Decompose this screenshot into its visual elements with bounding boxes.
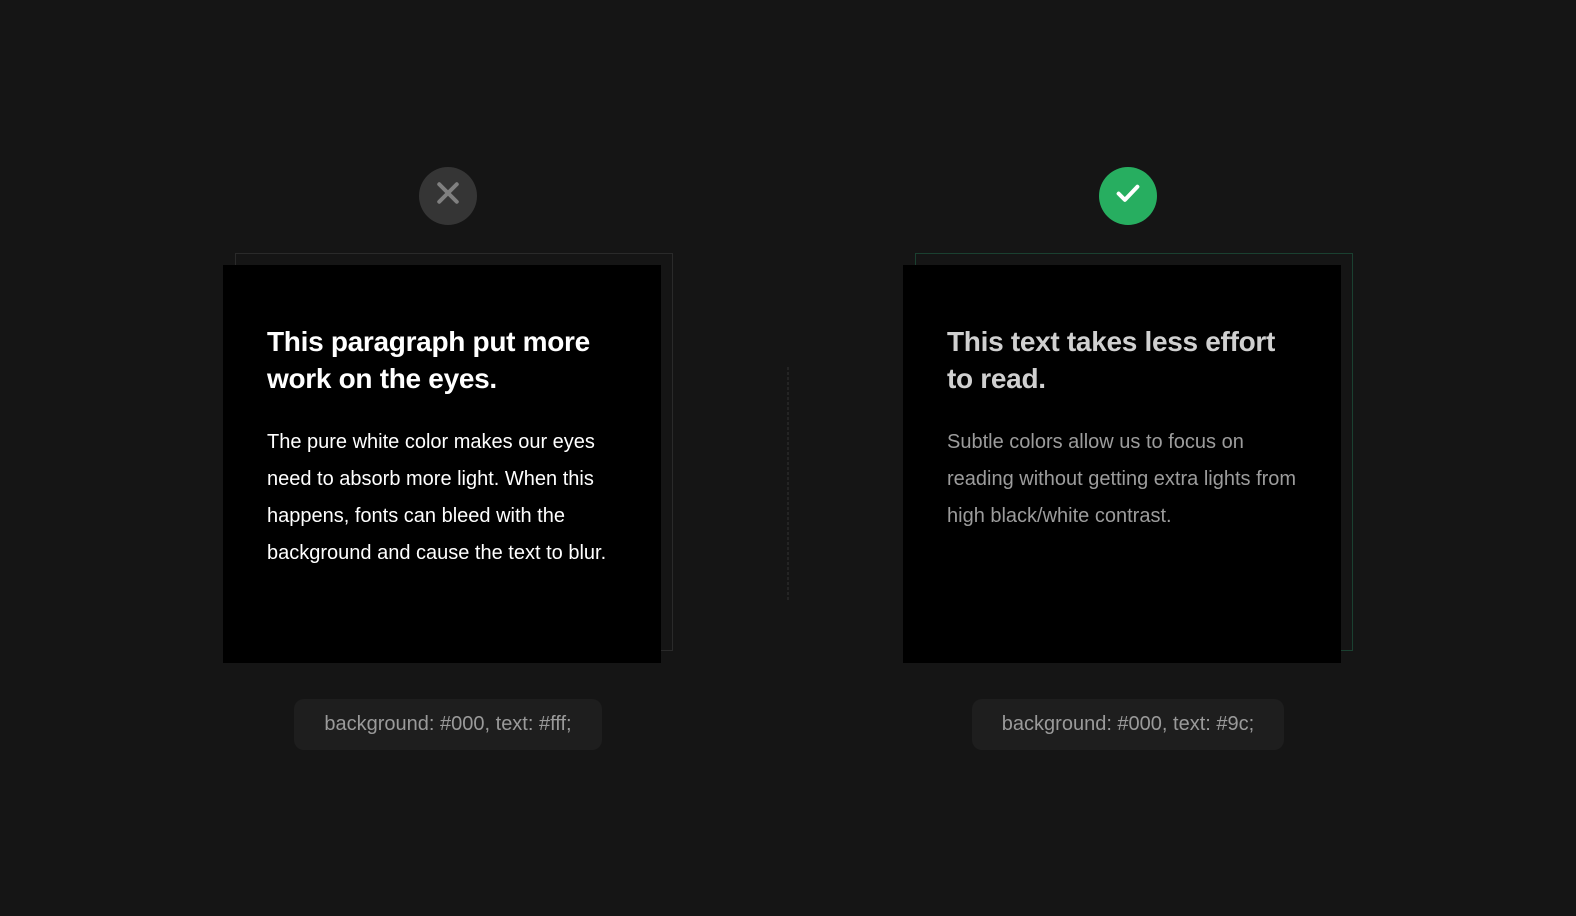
fail-badge [419,167,477,225]
vertical-divider [788,367,789,600]
right-caption: background: #000, text: #9c; [972,699,1284,750]
left-caption: background: #000, text: #fff; [294,699,601,750]
success-badge [1099,167,1157,225]
right-card: This text takes less effort to read. Sub… [903,265,1341,663]
cross-icon [433,178,463,213]
left-card: This paragraph put more work on the eyes… [223,265,661,663]
left-heading: This paragraph put more work on the eyes… [267,323,617,399]
comparison-container: This paragraph put more work on the eyes… [0,167,1576,750]
right-column: This text takes less effort to read. Sub… [788,167,1468,750]
left-body: The pure white color makes our eyes need… [267,424,617,572]
right-body: Subtle colors allow us to focus on readi… [947,424,1297,535]
left-card-wrapper: This paragraph put more work on the eyes… [223,253,673,663]
check-icon [1113,178,1143,213]
left-column: This paragraph put more work on the eyes… [108,167,788,750]
right-card-wrapper: This text takes less effort to read. Sub… [903,253,1353,663]
right-heading: This text takes less effort to read. [947,323,1297,399]
